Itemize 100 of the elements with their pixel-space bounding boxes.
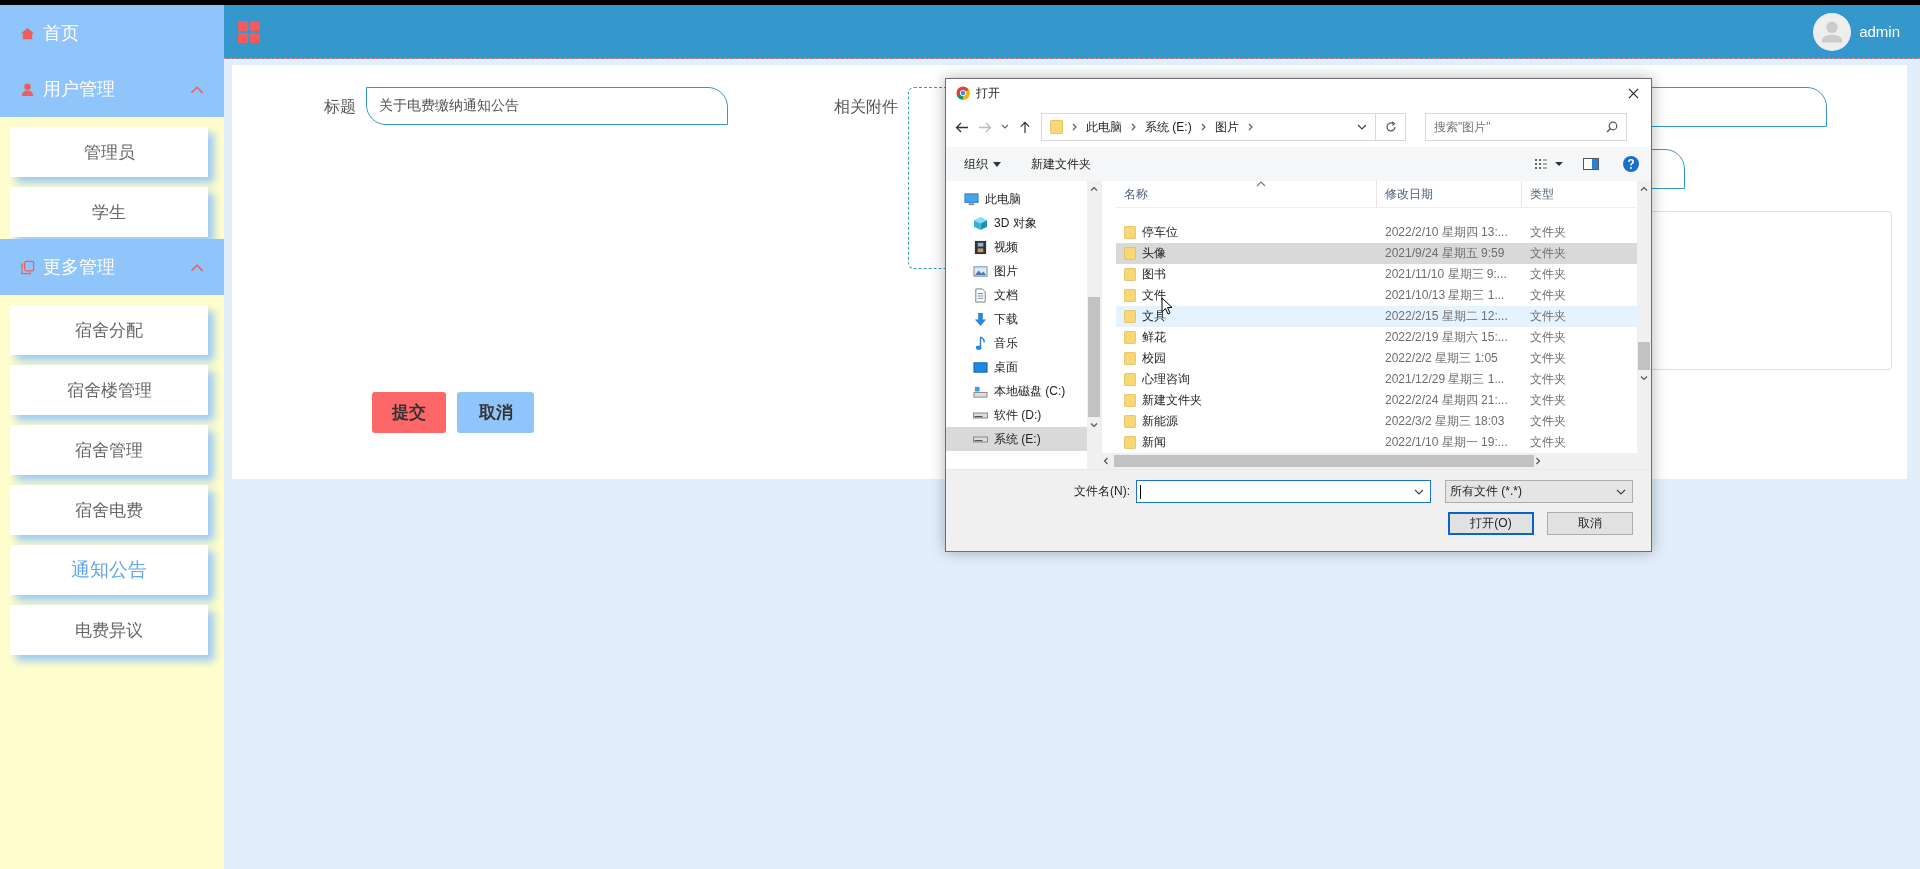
chevron-right-icon xyxy=(1200,123,1206,131)
nav-tree-item[interactable]: 本地磁盘 (C:) xyxy=(946,379,1087,403)
column-header[interactable]: 修改日期 xyxy=(1377,181,1522,207)
folder-icon xyxy=(1124,288,1136,303)
chevron-right-icon xyxy=(1131,123,1136,131)
title-field[interactable]: 关于电费缴纳通知公告 xyxy=(366,87,728,125)
back-arrow-icon[interactable] xyxy=(955,120,969,134)
sidebar-item[interactable]: 宿舍管理 xyxy=(10,425,208,475)
column-header[interactable]: 名称 xyxy=(1116,181,1377,207)
file-row[interactable]: 停车位 2022/2/10 星期四 13:... 文件夹 xyxy=(1116,222,1637,243)
file-row[interactable]: 头像 2021/9/24 星期五 9:59 文件夹 xyxy=(1116,243,1637,264)
sidebar-item[interactable]: 宿舍电费 xyxy=(10,485,208,535)
nav-tree-item[interactable]: 3D 对象 xyxy=(946,211,1087,235)
breadcrumb-item[interactable]: 此电脑 xyxy=(1086,118,1122,136)
file-date: 2022/2/10 星期四 13:... xyxy=(1384,224,1509,241)
organize-menu[interactable]: 组织 xyxy=(964,155,1001,173)
nav-tree-item[interactable]: 视频 xyxy=(946,235,1087,259)
folder-icon xyxy=(1124,414,1136,429)
download-arrow-icon xyxy=(973,311,988,327)
scroll-up-icon[interactable] xyxy=(1640,185,1648,193)
nav-tree-item[interactable]: 下载 xyxy=(946,307,1087,331)
scrollbar[interactable] xyxy=(1637,181,1651,469)
scroll-down-icon[interactable] xyxy=(1090,421,1098,429)
search-icon xyxy=(1606,121,1618,133)
file-type: 文件夹 xyxy=(1529,266,1567,283)
file-name: 文件 xyxy=(1142,287,1166,304)
scroll-thumb[interactable] xyxy=(1088,297,1100,417)
file-type: 文件夹 xyxy=(1529,224,1567,241)
nav-tree-item[interactable]: 软件 (D:) xyxy=(946,403,1087,427)
file-name: 图书 xyxy=(1142,266,1166,283)
view-options-icon[interactable] xyxy=(1535,158,1563,170)
chevron-down-icon[interactable] xyxy=(1414,488,1424,495)
nav-tree-item[interactable]: 音乐 xyxy=(946,331,1087,355)
scrollbar[interactable] xyxy=(1087,181,1101,469)
preview-pane-icon[interactable] xyxy=(1583,158,1599,170)
scroll-thumb[interactable] xyxy=(1638,342,1650,370)
folder-icon xyxy=(1124,372,1136,387)
desktop-icon xyxy=(973,359,988,375)
file-row[interactable]: 鲜花 2022/2/19 星期六 15:... 文件夹 xyxy=(1116,327,1637,348)
file-date: 2021/9/24 星期五 9:59 xyxy=(1384,245,1506,262)
nav-tree-item[interactable]: 文档 xyxy=(946,283,1087,307)
column-header[interactable]: 类型 xyxy=(1522,181,1632,207)
open-button[interactable]: 打开(O) xyxy=(1448,512,1534,535)
cube-icon xyxy=(973,215,988,231)
file-type: 文件夹 xyxy=(1529,350,1567,367)
file-row[interactable]: 文件 2021/10/13 星期三 1... 文件夹 xyxy=(1116,285,1637,306)
nav-tree-item[interactable]: 系统 (E:) xyxy=(946,427,1087,451)
chevron-down-icon[interactable] xyxy=(1001,124,1009,130)
file-row[interactable]: 新能源 2022/3/2 星期三 18:03 文件夹 xyxy=(1116,411,1637,432)
file-row[interactable]: 新建文件夹 2022/2/24 星期四 21:... 文件夹 xyxy=(1116,390,1637,411)
file-name: 新闻 xyxy=(1142,434,1166,451)
copy-icon xyxy=(20,259,35,275)
avatar-icon[interactable] xyxy=(1813,12,1852,51)
scroll-right-icon[interactable] xyxy=(1534,457,1542,465)
forward-arrow-icon xyxy=(978,120,992,134)
file-row[interactable]: 校园 2022/2/2 星期三 1:05 文件夹 xyxy=(1116,348,1637,369)
help-icon[interactable] xyxy=(1623,156,1639,172)
cancel-button[interactable]: 取消 xyxy=(1547,512,1633,535)
music-note-icon xyxy=(973,335,988,351)
up-arrow-icon[interactable] xyxy=(1018,120,1032,134)
file-row[interactable]: 图书 2021/11/10 星期三 9:... 文件夹 xyxy=(1116,264,1637,285)
file-name: 新能源 xyxy=(1142,413,1178,430)
file-date: 2022/2/24 星期四 21:... xyxy=(1384,392,1509,409)
breadcrumb-item[interactable]: 图片 xyxy=(1214,118,1239,136)
new-folder-button[interactable]: 新建文件夹 xyxy=(1031,155,1091,173)
sidebar-item[interactable]: 宿舍分配 xyxy=(10,305,208,355)
file-row[interactable]: 新闻 2022/1/10 星期一 19:... 文件夹 xyxy=(1116,432,1637,453)
computer-icon xyxy=(964,191,979,207)
file-date: 2022/2/15 星期二 12:... xyxy=(1384,308,1509,325)
file-date: 2022/2/2 星期三 1:05 xyxy=(1384,350,1499,367)
sidebar-item[interactable]: 宿舍楼管理 xyxy=(10,365,208,415)
nav-tree-label: 音乐 xyxy=(994,334,1018,352)
search-field[interactable]: 搜索"图片" xyxy=(1425,113,1627,141)
file-type: 文件夹 xyxy=(1529,287,1567,304)
refresh-button[interactable] xyxy=(1376,113,1406,141)
scroll-up-icon[interactable] xyxy=(1090,185,1098,193)
scroll-down-icon[interactable] xyxy=(1640,374,1648,382)
nav-tree-item[interactable]: 桌面 xyxy=(946,355,1087,379)
scroll-left-icon[interactable] xyxy=(1102,457,1110,465)
file-row[interactable]: 心理咨询 2021/12/29 星期三 1... 文件夹 xyxy=(1116,369,1637,390)
breadcrumb-item[interactable]: 系统 (E:) xyxy=(1145,118,1192,136)
scroll-thumb[interactable] xyxy=(1114,455,1534,467)
close-icon[interactable] xyxy=(1628,87,1639,99)
nav-tree-label: 下载 xyxy=(994,310,1018,328)
file-type: 文件夹 xyxy=(1529,413,1567,430)
submit-button[interactable]: 提交 xyxy=(372,392,446,433)
filename-field[interactable] xyxy=(1136,480,1431,503)
cancel-button[interactable]: 取消 xyxy=(457,392,534,433)
file-type-dropdown[interactable]: 所有文件 (*.*) xyxy=(1445,480,1633,503)
folder-icon xyxy=(1124,309,1136,324)
file-name: 新建文件夹 xyxy=(1142,392,1202,409)
nav-tree-item[interactable]: 图片 xyxy=(946,259,1087,283)
chevron-down-icon[interactable] xyxy=(1357,124,1367,130)
nav-tree-item[interactable]: 此电脑 xyxy=(946,187,1087,211)
sidebar-item[interactable]: 电费异议 xyxy=(10,605,208,655)
address-bar[interactable]: 此电脑 系统 (E:) 图片 xyxy=(1041,113,1376,141)
sidebar-item[interactable]: 学生 xyxy=(10,187,208,237)
file-row[interactable]: 文具 2022/2/15 星期二 12:... 文件夹 xyxy=(1116,306,1637,327)
sidebar-item[interactable]: 管理员 xyxy=(10,127,208,177)
file-date: 2022/1/10 星期一 19:... xyxy=(1384,434,1509,451)
